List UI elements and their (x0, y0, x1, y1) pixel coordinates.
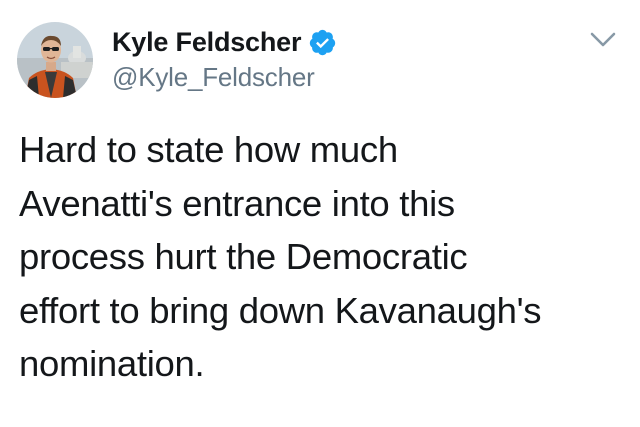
author-handle[interactable]: @Kyle_Feldscher (112, 62, 337, 93)
avatar[interactable] (17, 22, 93, 98)
chevron-down-icon (590, 32, 616, 47)
tweet-menu-button[interactable] (588, 30, 618, 50)
author-info: Kyle Feldscher @Kyle_Feldscher (112, 24, 337, 93)
avatar-photo-icon (17, 22, 93, 98)
tweet-text: Hard to state how much Avenatti's entran… (19, 129, 542, 384)
verified-badge-icon (308, 28, 337, 57)
display-name-row: Kyle Feldscher (112, 24, 337, 60)
tweet-card: Kyle Feldscher @Kyle_Feldscher Hard to s… (0, 0, 640, 427)
display-name[interactable]: Kyle Feldscher (112, 27, 301, 58)
